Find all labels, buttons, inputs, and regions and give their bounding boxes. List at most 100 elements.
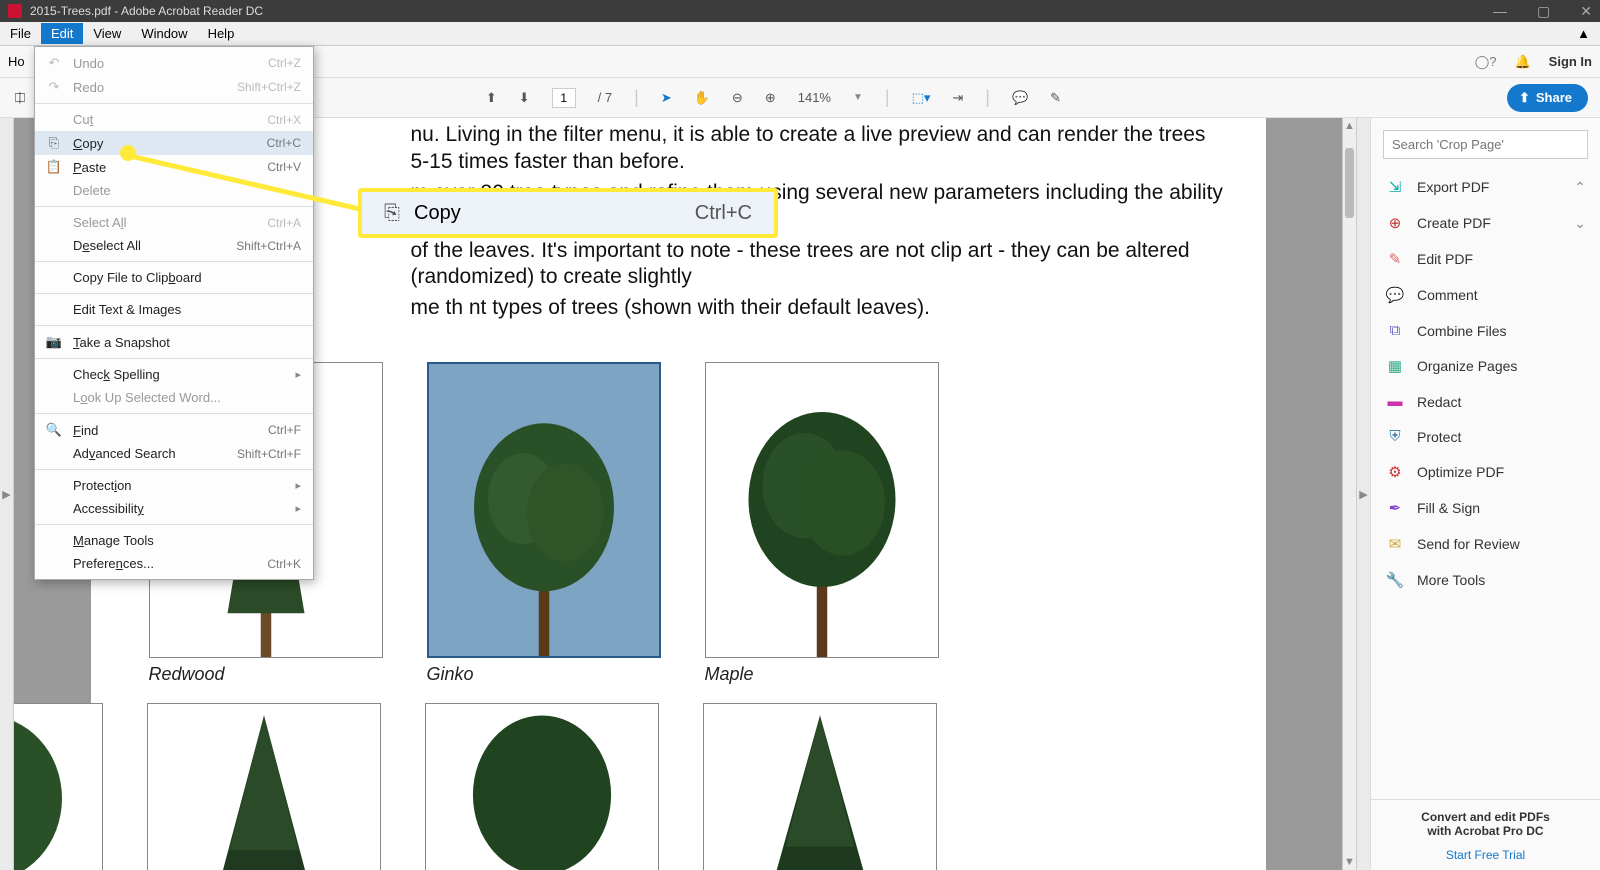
maximize-button[interactable]: ▢ xyxy=(1537,3,1550,20)
menu-item-preferences[interactable]: Preferences...Ctrl+K xyxy=(35,552,313,575)
tool-more-tools[interactable]: 🔧More Tools xyxy=(1371,562,1600,598)
scroll-down-icon[interactable]: ▼ xyxy=(1343,856,1356,868)
zoom-level[interactable]: 141% xyxy=(798,90,831,105)
camera-icon: 📷 xyxy=(45,334,63,350)
create-pdf-icon: ⊕ xyxy=(1385,214,1405,232)
left-gutter[interactable]: ▶ xyxy=(0,118,14,870)
scrolling-mode-icon[interactable]: ⇥ xyxy=(952,90,963,106)
toolbar-separator: | xyxy=(885,87,890,108)
menu-help[interactable]: Help xyxy=(198,23,245,44)
tools-search-input[interactable] xyxy=(1383,130,1588,159)
menu-item-adv-search[interactable]: Advanced SearchShift+Ctrl+F xyxy=(35,442,313,465)
tree-label: Maple xyxy=(705,664,939,685)
menu-item-spelling[interactable]: Check Spelling▸ xyxy=(35,363,313,386)
paste-icon: 📋 xyxy=(45,159,63,175)
menu-item-protection[interactable]: Protection▸ xyxy=(35,474,313,497)
fit-width-icon[interactable]: ⬚▾ xyxy=(912,90,931,106)
add-comment-icon[interactable]: 💬 xyxy=(1012,90,1028,106)
highlight-icon[interactable]: ✎ xyxy=(1050,90,1061,106)
selection-tool-icon[interactable]: ➤ xyxy=(661,90,672,106)
scroll-up-icon[interactable]: ▲ xyxy=(1343,120,1356,132)
tool-send-review[interactable]: ✉ Send for Review xyxy=(1371,526,1600,562)
fill-sign-icon: ✒ xyxy=(1385,499,1405,517)
tool-create-pdf[interactable]: ⊕Create PDF⌄ xyxy=(1371,205,1600,241)
menu-item-copy[interactable]: ⎘CopyCtrl+C xyxy=(35,131,313,155)
help-icon[interactable]: ◯? xyxy=(1475,54,1497,70)
sidebar-toggle-icon[interactable]: ⎅ xyxy=(15,90,25,106)
menu-item-copy-file[interactable]: Copy File to Clipboard xyxy=(35,266,313,289)
right-gutter[interactable]: ▶ xyxy=(1356,118,1370,870)
send-review-icon: ✉ xyxy=(1385,535,1405,553)
tool-fill-sign[interactable]: ✒Fill & Sign xyxy=(1371,490,1600,526)
menu-item-find[interactable]: 🔍FindCtrl+F xyxy=(35,418,313,442)
tool-optimize-pdf[interactable]: ⚙Optimize PDF xyxy=(1371,454,1600,490)
page-down-icon[interactable]: ⬇ xyxy=(519,90,530,106)
page-number-input[interactable] xyxy=(552,88,576,108)
tool-organize-pages[interactable]: ▦Organize Pages xyxy=(1371,348,1600,384)
tree-svg xyxy=(730,712,910,870)
tree-svg xyxy=(732,377,912,657)
export-pdf-icon: ⇲ xyxy=(1385,178,1405,196)
menu-file[interactable]: File xyxy=(0,23,41,44)
expand-left-icon[interactable]: ▶ xyxy=(2,488,10,501)
menu-item-snapshot[interactable]: 📷Take a Snapshot xyxy=(35,330,313,354)
menubar-collapse-icon[interactable]: ▲ xyxy=(1567,26,1600,41)
close-button[interactable]: ✕ xyxy=(1580,3,1592,20)
home-button-truncated[interactable]: Ho xyxy=(8,54,25,69)
menu-view[interactable]: View xyxy=(83,23,131,44)
notifications-icon[interactable]: 🔔 xyxy=(1514,54,1530,70)
tool-combine-files[interactable]: ⧉ Combine Files xyxy=(1371,313,1600,348)
tool-comment[interactable]: 💬Comment xyxy=(1371,277,1600,313)
tool-redact[interactable]: ▬Redact xyxy=(1371,384,1600,419)
page-up-icon[interactable]: ⬆ xyxy=(486,90,497,106)
zoom-in-icon[interactable]: ⊕ xyxy=(765,90,776,106)
hand-tool-icon[interactable]: ✋ xyxy=(694,90,710,106)
scrollbar-thumb[interactable] xyxy=(1345,148,1354,218)
tree-image-maple[interactable] xyxy=(705,362,939,658)
menu-item-accessibility[interactable]: Accessibility▸ xyxy=(35,497,313,520)
vertical-scrollbar[interactable]: ▲ ▼ xyxy=(1342,118,1356,870)
tree-svg xyxy=(452,712,632,870)
comment-icon: 💬 xyxy=(1385,286,1405,304)
tree-image[interactable] xyxy=(425,703,659,870)
menu-label: Cut xyxy=(73,112,93,127)
share-icon: ⬆ xyxy=(1519,90,1530,106)
callout-dot xyxy=(120,145,136,161)
tool-label: Edit PDF xyxy=(1417,251,1473,267)
menu-label: Look Up Selected Word... xyxy=(73,390,221,405)
minimize-button[interactable]: — xyxy=(1493,3,1507,20)
zoom-out-icon[interactable]: ⊖ xyxy=(732,90,743,106)
tool-edit-pdf[interactable]: ✎ Edit PDF xyxy=(1371,241,1600,277)
share-button[interactable]: ⬆ Share xyxy=(1507,84,1588,112)
combine-files-icon: ⧉ xyxy=(1385,322,1405,339)
tree-image[interactable] xyxy=(14,703,103,870)
tree-svg xyxy=(454,376,634,656)
submenu-arrow-icon: ▸ xyxy=(295,479,301,492)
tool-label: Send for Review xyxy=(1417,536,1520,552)
share-label: Share xyxy=(1536,90,1572,105)
window-title: 2015-Trees.pdf - Adobe Acrobat Reader DC xyxy=(30,4,263,18)
menu-item-edit-text[interactable]: Edit Text & Images xyxy=(35,298,313,321)
tree-image-ginko-selected[interactable] xyxy=(427,362,661,658)
tool-label: Create PDF xyxy=(1417,215,1491,231)
tree-image[interactable] xyxy=(703,703,937,870)
tree-image[interactable] xyxy=(147,703,381,870)
zoom-dropdown-icon[interactable]: ▼ xyxy=(853,92,863,103)
promo-text: Convert and edit PDFs with Acrobat Pro D… xyxy=(1371,800,1600,848)
edit-menu-dropdown: ↶UndoCtrl+Z ↷RedoShift+Ctrl+Z CutCtrl+X … xyxy=(34,46,314,580)
edit-pdf-icon: ✎ xyxy=(1385,250,1405,268)
promo-line: with Acrobat Pro DC xyxy=(1381,824,1590,838)
app-icon xyxy=(8,4,22,18)
start-free-trial-link[interactable]: Start Free Trial xyxy=(1371,848,1600,870)
menu-window[interactable]: Window xyxy=(131,23,197,44)
tool-protect[interactable]: ⛨Protect xyxy=(1371,419,1600,454)
sign-in-button[interactable]: Sign In xyxy=(1549,54,1592,69)
menu-item-manage-tools[interactable]: Manage Tools xyxy=(35,529,313,552)
menu-item-deselect-all[interactable]: Deselect AllShift+Ctrl+A xyxy=(35,234,313,257)
window-controls: — ▢ ✕ xyxy=(1493,3,1592,20)
menu-edit[interactable]: Edit xyxy=(41,23,83,44)
tools-panel: ⇲Export PDF⌃ ⊕Create PDF⌄ ✎Edit PDF 💬Com… xyxy=(1370,118,1600,870)
expand-right-icon[interactable]: ▶ xyxy=(1359,488,1367,501)
tool-export-pdf[interactable]: ⇲Export PDF⌃ xyxy=(1371,169,1600,205)
tool-label: Combine Files xyxy=(1417,323,1506,339)
